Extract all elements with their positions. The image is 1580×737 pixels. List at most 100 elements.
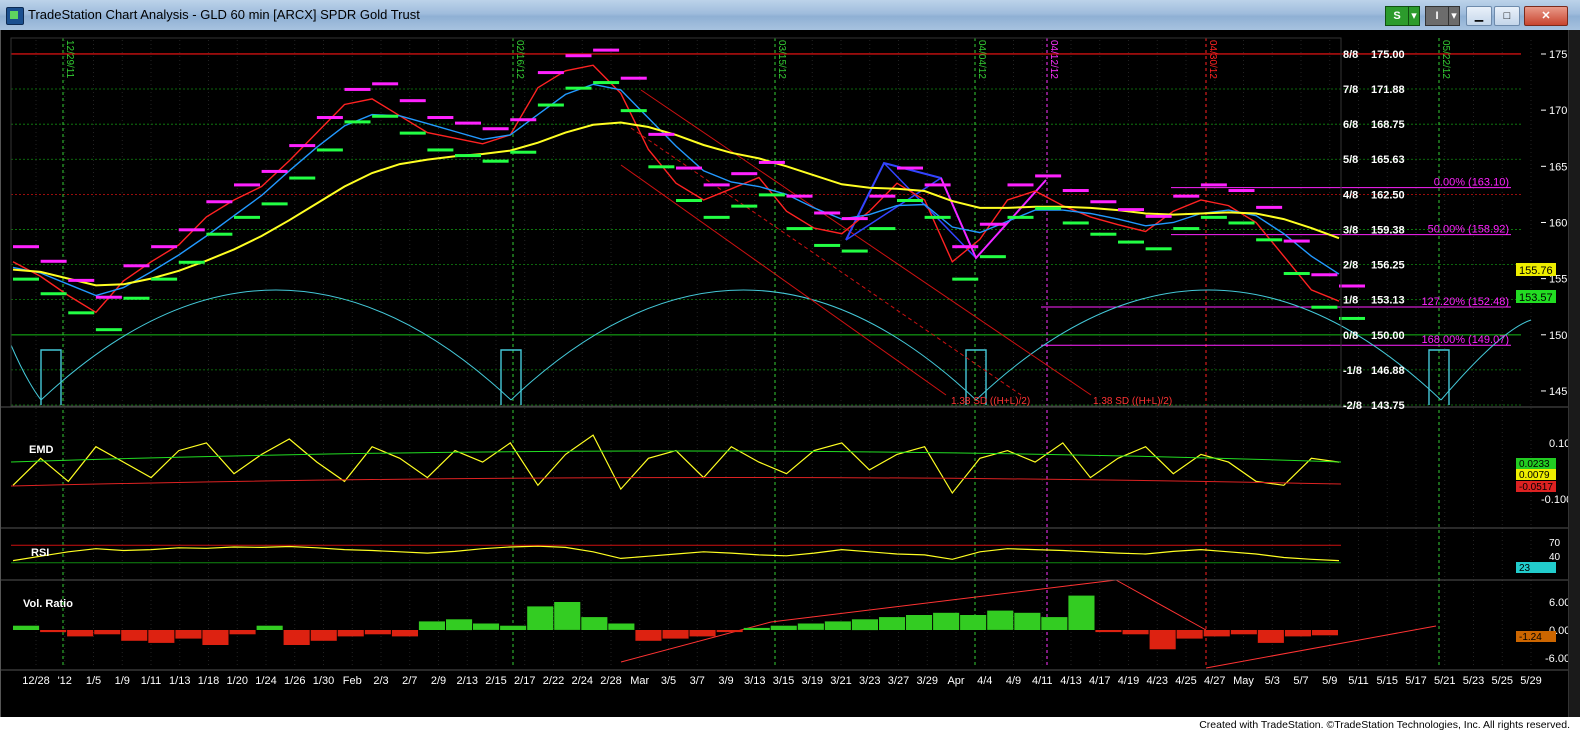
- vol-panel-title: Vol. Ratio: [23, 598, 73, 610]
- x-tick-label: 4/11: [1032, 675, 1053, 687]
- vol-ratio-bar: [310, 630, 337, 641]
- vol-y-tick: 6.00: [1549, 597, 1569, 609]
- vol-ratio-bar: [1095, 630, 1122, 633]
- support-dot: [13, 277, 39, 281]
- vol-ratio-bar: [229, 630, 256, 635]
- vol-ratio-bar: [824, 621, 851, 630]
- murrey-level-value: 159.38: [1371, 224, 1405, 236]
- support-dot: [1145, 247, 1172, 251]
- support-dot: [427, 148, 454, 152]
- x-tick-label: 4/13: [1060, 675, 1081, 687]
- resistance-dot: [95, 295, 122, 299]
- support-dot: [786, 227, 813, 231]
- support-dot: [897, 199, 923, 203]
- support-dot: [510, 150, 537, 154]
- x-tick-label: 2/9: [431, 675, 446, 687]
- vol-ratio-bar: [1284, 630, 1311, 637]
- support-dot: [676, 199, 702, 203]
- x-tick-label: 1/9: [115, 675, 130, 687]
- vol-ratio-bar: [960, 615, 987, 630]
- resistance-dot: [758, 160, 785, 164]
- x-tick-label: 1/26: [284, 675, 305, 687]
- support-dot: [537, 103, 564, 107]
- strategy-s-button[interactable]: S: [1385, 6, 1409, 26]
- resistance-dot: [289, 144, 316, 148]
- x-tick-label: 4/4: [977, 675, 992, 687]
- x-tick-label: 3/23: [859, 675, 880, 687]
- murrey-level-label: -1/8: [1343, 365, 1362, 377]
- resistance-dot: [1062, 189, 1089, 193]
- x-tick-label: 5/9: [1322, 675, 1337, 687]
- resistance-dot: [869, 194, 896, 198]
- x-tick-label: May: [1233, 675, 1254, 687]
- resistance-dot: [565, 54, 592, 58]
- resistance-dot: [1145, 214, 1172, 218]
- murrey-level-label: 7/8: [1343, 84, 1358, 96]
- support-dot: [593, 81, 620, 85]
- vertical-date-label: 12/29/11: [64, 40, 75, 79]
- x-tick-label: 3/21: [830, 675, 851, 687]
- strategy-dropdown-arrow-icon[interactable]: ▾: [1408, 6, 1420, 26]
- vol-ratio-bar: [662, 630, 689, 639]
- support-dot: [1173, 227, 1200, 231]
- vol-ratio-bar: [770, 625, 797, 630]
- resistance-dot: [786, 194, 813, 198]
- x-tick-label: 1/5: [86, 675, 101, 687]
- vol-ratio-bar: [743, 627, 770, 630]
- vol-ratio-bar: [906, 615, 933, 630]
- murrey-level-label: 5/8: [1343, 154, 1358, 166]
- x-tick-label: 2/3: [373, 675, 388, 687]
- support-dot: [68, 311, 95, 315]
- x-tick-label: 3/19: [802, 675, 823, 687]
- x-tick-label: 4/19: [1118, 675, 1139, 687]
- close-button[interactable]: ✕: [1524, 6, 1568, 26]
- x-tick-label: 5/21: [1434, 675, 1455, 687]
- indicator-i-button[interactable]: I: [1425, 6, 1449, 26]
- support-dot: [1311, 305, 1338, 309]
- resistance-dot: [372, 82, 399, 86]
- x-tick-label: 5/7: [1293, 675, 1308, 687]
- x-tick-label: 1/20: [227, 675, 248, 687]
- support-dot: [372, 114, 399, 118]
- maximize-button[interactable]: □: [1494, 6, 1520, 26]
- indicator-dropdown-arrow-icon[interactable]: ▾: [1448, 6, 1460, 26]
- rsi-panel-title: RSI: [31, 547, 49, 559]
- current-price-label: 155.76: [1519, 265, 1553, 277]
- resistance-dot: [1200, 183, 1227, 187]
- minimize-button[interactable]: ▁: [1466, 6, 1492, 26]
- vol-ratio-bar: [689, 630, 716, 637]
- resistance-dot: [178, 228, 205, 232]
- resistance-dot: [455, 121, 481, 125]
- x-tick-label: 4/27: [1204, 675, 1225, 687]
- vol-ratio-bar: [337, 630, 364, 637]
- x-tick-label: 1/30: [313, 675, 334, 687]
- fibonacci-level-label: 0.00% (163.10): [1434, 177, 1509, 189]
- x-tick-label: 4/23: [1147, 675, 1168, 687]
- resistance-dot: [648, 132, 675, 136]
- resistance-dot: [13, 245, 39, 249]
- x-tick-label: 5/23: [1463, 675, 1484, 687]
- x-tick-label: 5/11: [1348, 675, 1369, 687]
- support-dot: [620, 109, 647, 113]
- x-tick-label: 2/28: [600, 675, 621, 687]
- vol-ratio-bar: [256, 625, 283, 630]
- fibonacci-level-label: 168.00% (149.07): [1422, 334, 1509, 346]
- chart-canvas[interactable]: 145.00150.00155.00160.00165.00170.00175.…: [1, 30, 1580, 717]
- x-tick-label: 2/15: [485, 675, 506, 687]
- x-tick-label: 5/29: [1520, 675, 1541, 687]
- vol-ratio-bar: [1014, 612, 1041, 630]
- support-dot: [151, 277, 178, 281]
- vol-ratio-bar: [67, 630, 94, 637]
- resistance-dot: [206, 200, 233, 204]
- x-tick-label: 2/17: [514, 675, 535, 687]
- x-tick-label: 3/5: [661, 675, 676, 687]
- x-tick-label: Feb: [343, 675, 362, 687]
- support-dot: [979, 255, 1006, 259]
- vertical-date-label: 04/04/12: [976, 40, 987, 79]
- vol-ratio-bar: [94, 630, 121, 635]
- vol-ratio-bar: [851, 619, 878, 631]
- murrey-level-label: 0/8: [1343, 330, 1358, 342]
- vertical-scrollbar[interactable]: [1568, 30, 1580, 717]
- vertical-date-label: 03/15/12: [776, 40, 787, 79]
- resistance-dot: [1283, 239, 1310, 243]
